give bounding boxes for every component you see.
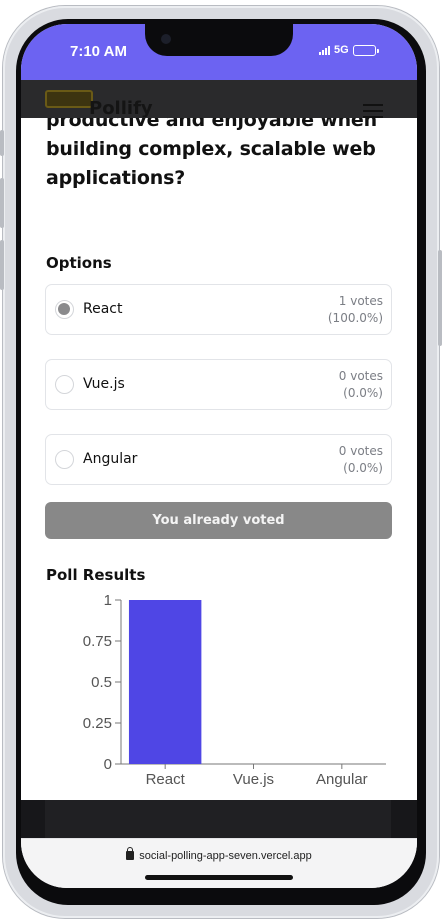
option-label: React [83, 301, 123, 317]
volume-down-button [0, 240, 4, 290]
radio-icon[interactable] [55, 450, 74, 469]
poll-results-chart: 0 0.25 0.5 0.75 1 React Vue.js Angular [83, 592, 386, 788]
poll-modal: productive and enjoyable when building c… [21, 118, 417, 800]
url-display[interactable]: social-polling-app-seven.vercel.app [21, 847, 417, 862]
radio-icon[interactable] [55, 375, 74, 394]
silent-switch [0, 130, 4, 156]
browser-url-bar[interactable]: social-polling-app-seven.vercel.app [21, 838, 417, 888]
network-type: 5G [334, 44, 349, 56]
option-angular[interactable]: Angular 0 votes (0.0%) [45, 434, 392, 485]
logo-icon [45, 90, 93, 108]
y-tick-label: 0.25 [83, 715, 112, 732]
option-vote-count: 0 votes (0.0%) [338, 369, 383, 400]
option-vote-count: 0 votes (0.0%) [338, 444, 383, 475]
notch [145, 24, 293, 56]
option-label: Angular [83, 451, 138, 467]
y-tick-label: 0.5 [91, 674, 112, 691]
volume-up-button [0, 178, 4, 228]
option-vuejs[interactable]: Vue.js 0 votes (0.0%) [45, 359, 392, 410]
options-heading: Options [46, 254, 112, 272]
radio-selected-icon[interactable] [55, 300, 74, 319]
status-indicators: 5G [319, 43, 379, 57]
battery-icon [352, 44, 379, 56]
signal-icon [319, 45, 330, 55]
phone-screen: 7:10 AM 5G Pollify productive and enjoya… [21, 24, 417, 888]
home-indicator[interactable] [145, 875, 293, 880]
camera-icon [161, 34, 171, 44]
y-tick-label: 1 [104, 592, 112, 609]
bar-react [128, 600, 202, 764]
y-tick-label: 0 [104, 756, 112, 773]
x-tick-label: React [146, 771, 186, 788]
already-voted-button[interactable]: You already voted [45, 502, 392, 539]
poll-results-heading: Poll Results [46, 566, 146, 584]
dimmed-header: Pollify [21, 80, 417, 120]
power-button [438, 250, 442, 346]
lock-icon [126, 847, 135, 860]
option-label: Vue.js [83, 376, 125, 392]
y-tick-label: 0.75 [83, 633, 112, 650]
url-text: social-polling-app-seven.vercel.app [139, 850, 312, 862]
x-tick-label: Angular [316, 771, 368, 788]
status-bar: 7:10 AM 5G [21, 24, 417, 80]
option-vote-count: 1 votes (100.0%) [327, 294, 383, 325]
status-time: 7:10 AM [70, 43, 127, 60]
x-tick-label: Vue.js [233, 771, 274, 788]
option-react[interactable]: React 1 votes (100.0%) [45, 284, 392, 335]
poll-question: productive and enjoyable when building c… [46, 118, 377, 189]
brand-name: Pollify [89, 98, 153, 119]
